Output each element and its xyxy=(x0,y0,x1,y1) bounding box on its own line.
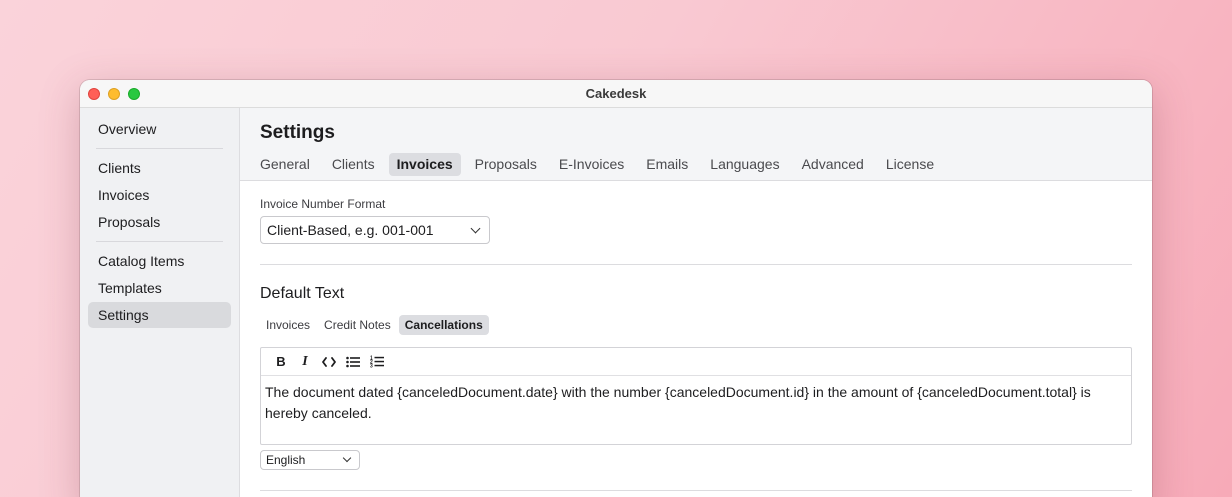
close-window-button[interactable] xyxy=(88,88,100,100)
italic-button[interactable]: I xyxy=(293,352,317,372)
svg-text:3: 3 xyxy=(370,364,373,369)
divider xyxy=(260,490,1132,491)
default-text-subtabs: Invoices Credit Notes Cancellations xyxy=(260,315,1132,335)
sidebar-item-invoices[interactable]: Invoices xyxy=(88,182,231,208)
invoice-number-format-value: Client-Based, e.g. 001-001 xyxy=(267,222,434,238)
bullet-list-button[interactable] xyxy=(341,352,365,372)
tab-invoices[interactable]: Invoices xyxy=(388,153,461,176)
subtab-cancellations[interactable]: Cancellations xyxy=(398,315,489,335)
default-text-title: Default Text xyxy=(260,285,345,302)
settings-content: Invoice Number Format Client-Based, e.g.… xyxy=(240,197,1152,491)
sidebar-item-overview[interactable]: Overview xyxy=(88,116,231,142)
bullet-list-icon xyxy=(346,356,360,367)
chevron-down-icon xyxy=(342,453,352,463)
sidebar-item-clients[interactable]: Clients xyxy=(88,155,231,181)
subtab-invoices[interactable]: Invoices xyxy=(260,315,316,335)
language-value: English xyxy=(266,453,306,467)
bold-button[interactable]: B xyxy=(269,352,293,372)
tab-e-invoices[interactable]: E-Invoices xyxy=(551,153,632,176)
maximize-window-button[interactable] xyxy=(128,88,140,100)
sidebar-separator xyxy=(96,241,223,242)
rich-text-editor: B I 1 2 3 The document dated {canceledDo… xyxy=(260,347,1132,445)
tab-proposals[interactable]: Proposals xyxy=(467,153,545,176)
editor-text-area[interactable]: The document dated {canceledDocument.dat… xyxy=(261,376,1131,444)
window-controls xyxy=(88,88,140,100)
divider xyxy=(260,264,1132,265)
app-window: Cakedesk Overview Clients Invoices Proposal… xyxy=(80,80,1152,497)
tab-general[interactable]: General xyxy=(252,153,318,176)
sidebar: Overview Clients Invoices Proposals Catalog … xyxy=(80,108,240,497)
page-title: Settings xyxy=(260,122,335,143)
sidebar-item-proposals[interactable]: Proposals xyxy=(88,209,231,235)
subtab-credit-notes[interactable]: Credit Notes xyxy=(318,315,397,335)
numbered-list-icon: 1 2 3 xyxy=(370,356,384,369)
invoice-number-format-select[interactable]: Client-Based, e.g. 001-001 xyxy=(260,216,490,244)
settings-header: Settings General Clients Invoices Proposals… xyxy=(240,108,1152,181)
minimize-window-button[interactable] xyxy=(108,88,120,100)
window-title: Cakedesk xyxy=(585,86,647,101)
language-select[interactable]: English xyxy=(260,450,360,470)
chevron-down-icon xyxy=(470,223,481,233)
settings-tabs: General Clients Invoices Proposals E-Invoice… xyxy=(252,153,1132,176)
sidebar-item-catalog-items[interactable]: Catalog Items xyxy=(88,248,231,274)
invoice-number-format-label: Invoice Number Format xyxy=(260,197,386,211)
editor-toolbar: B I 1 2 3 xyxy=(261,348,1131,376)
tab-emails[interactable]: Emails xyxy=(638,153,696,176)
title-bar: Cakedesk xyxy=(80,80,1152,108)
sidebar-item-templates[interactable]: Templates xyxy=(88,275,231,301)
tab-clients[interactable]: Clients xyxy=(324,153,383,176)
sidebar-separator xyxy=(96,148,223,149)
tab-advanced[interactable]: Advanced xyxy=(794,153,872,176)
sidebar-item-settings[interactable]: Settings xyxy=(88,302,231,328)
tab-license[interactable]: License xyxy=(878,153,942,176)
code-icon xyxy=(322,356,336,367)
numbered-list-button[interactable]: 1 2 3 xyxy=(365,352,389,372)
tab-languages[interactable]: Languages xyxy=(702,153,787,176)
main-panel: Settings General Clients Invoices Proposals… xyxy=(240,108,1152,497)
code-button[interactable] xyxy=(317,352,341,372)
